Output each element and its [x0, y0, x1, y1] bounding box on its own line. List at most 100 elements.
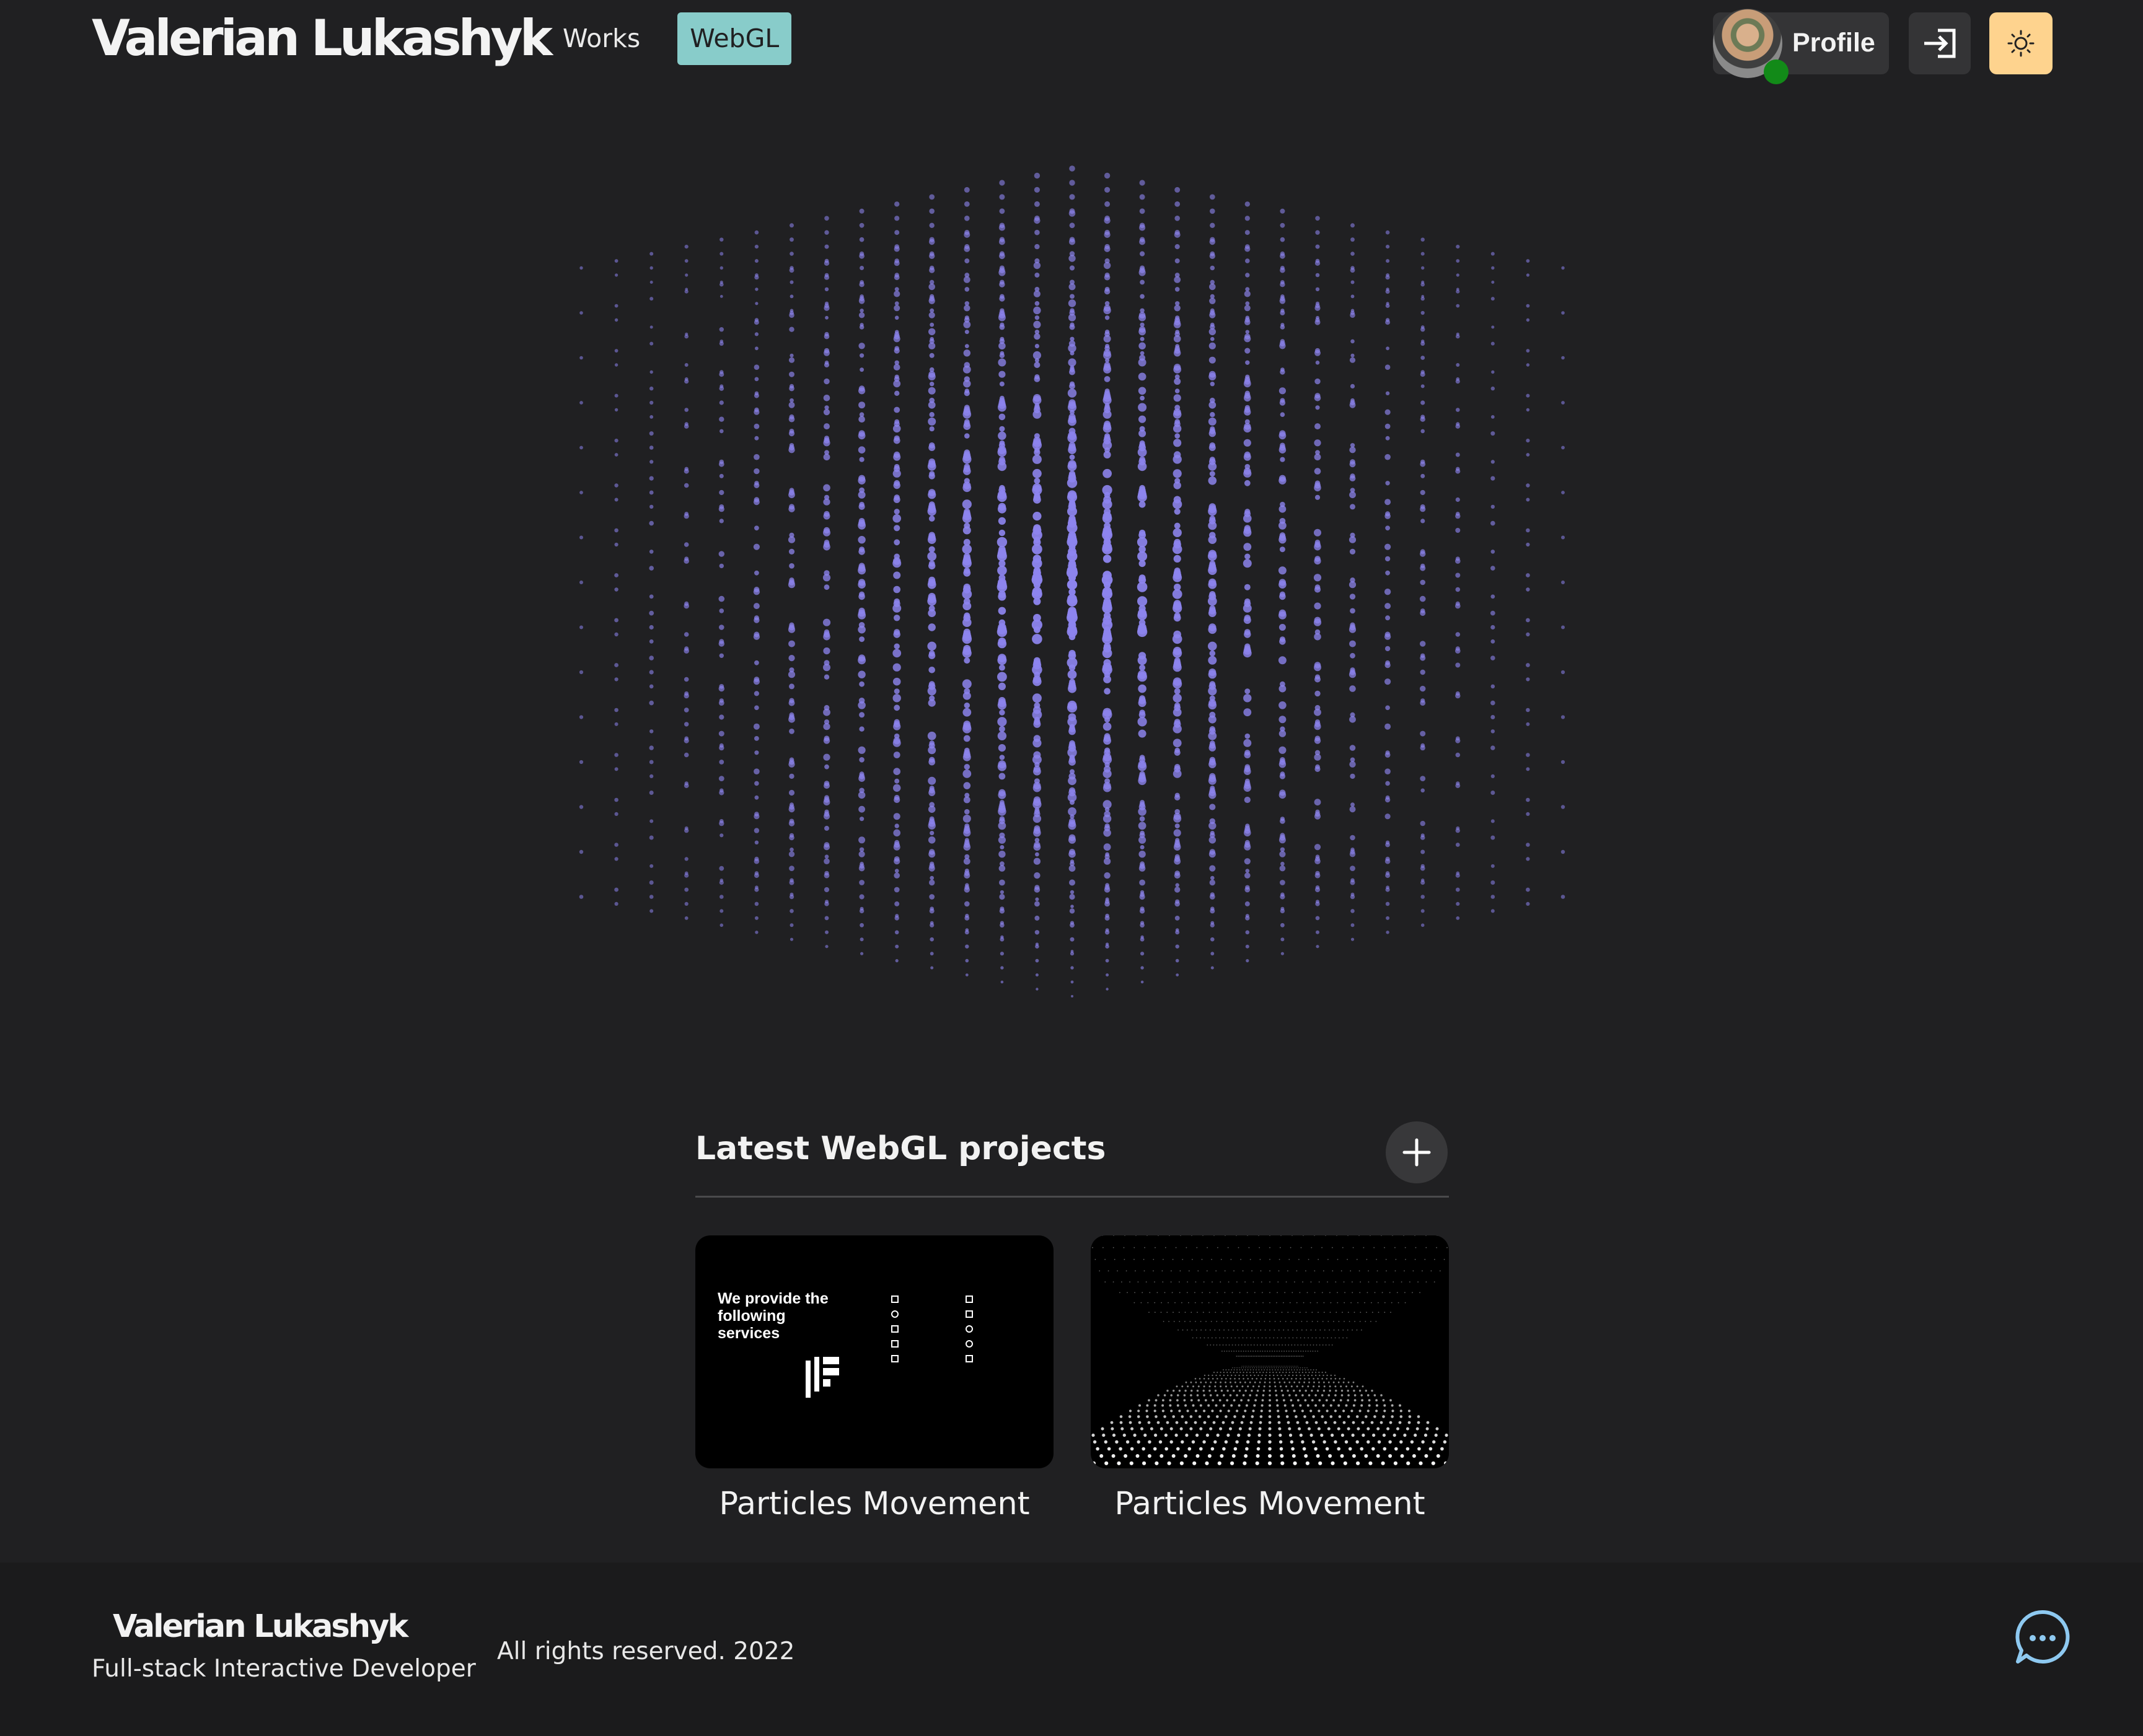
particle [1139, 194, 1145, 200]
particle [1210, 412, 1215, 418]
tunnel-dot [1297, 1344, 1299, 1346]
tunnel-dot [1310, 1281, 1312, 1282]
theme-toggle-button[interactable] [1989, 12, 2053, 74]
particle [858, 298, 865, 304]
nav-works[interactable]: Works [550, 12, 653, 65]
tunnel-dot [1154, 1433, 1158, 1437]
particle [1137, 551, 1148, 561]
tunnel-dot [1230, 1404, 1233, 1407]
tunnel-dot [1304, 1337, 1305, 1339]
tunnel-dot [1290, 1440, 1293, 1444]
project-card[interactable]: Particles Movement [1091, 1235, 1449, 1522]
tunnel-dot [1322, 1321, 1324, 1322]
particle [1210, 382, 1215, 387]
tunnel-dot [1215, 1270, 1217, 1272]
tunnel-dot [1274, 1381, 1276, 1383]
particle [789, 385, 794, 392]
particle [649, 610, 654, 616]
particle [824, 858, 830, 864]
tunnel-dot [1357, 1302, 1358, 1304]
site-logo[interactable]: Valerian Lukashyk [92, 14, 553, 63]
tunnel-dot [1307, 1374, 1309, 1377]
tunnel-dot [1242, 1415, 1245, 1418]
tunnel-dot [1265, 1337, 1267, 1339]
tunnel-dot [1303, 1302, 1305, 1304]
particle [962, 634, 972, 644]
particle [1102, 619, 1113, 631]
particle [1243, 616, 1251, 624]
particle [1068, 210, 1076, 217]
tunnel-dot [1276, 1404, 1279, 1407]
tunnel-dot [1227, 1409, 1230, 1413]
tunnel-dot [1291, 1447, 1295, 1451]
tunnel-dot [1322, 1270, 1324, 1272]
tunnel-dot [1245, 1404, 1248, 1407]
particle [1526, 722, 1530, 726]
tunnel-dot [1370, 1421, 1374, 1424]
tunnel-dot [1274, 1356, 1275, 1357]
login-button[interactable] [1909, 12, 1971, 74]
tunnel-dot [1314, 1421, 1318, 1424]
tunnel-dot [1226, 1351, 1228, 1352]
particle-cube-canvas[interactable] [558, 105, 1586, 1059]
tunnel-dot [1414, 1235, 1415, 1236]
particle [1490, 550, 1495, 554]
tunnel-dot [1216, 1344, 1218, 1346]
tunnel-dot [1275, 1344, 1277, 1346]
tunnel-dot [1234, 1344, 1236, 1346]
particle [649, 281, 653, 284]
project-title[interactable]: Particles Movement [695, 1486, 1054, 1522]
project-title[interactable]: Particles Movement [1091, 1486, 1449, 1522]
particle [1420, 310, 1425, 315]
tunnel-dot [1282, 1367, 1283, 1369]
tunnel-dot [1260, 1329, 1262, 1331]
tunnel-dot [1313, 1369, 1314, 1370]
particle [963, 796, 970, 804]
particle [927, 686, 936, 696]
particle [1384, 662, 1391, 669]
particle [929, 879, 935, 886]
tunnel-dot [1099, 1454, 1104, 1458]
particle [719, 473, 724, 478]
particle [1490, 684, 1495, 689]
tunnel-dot [1216, 1433, 1220, 1437]
particle [1314, 423, 1321, 430]
tunnel-dot [1236, 1281, 1238, 1282]
nav-webgl[interactable]: WebGL [677, 12, 792, 65]
tunnel-dot [1210, 1321, 1212, 1322]
particle [927, 507, 936, 516]
project-thumbnail[interactable]: We provide the following services [695, 1235, 1054, 1468]
project-card[interactable]: We provide the following services Partic… [695, 1235, 1054, 1522]
particle [822, 574, 831, 582]
tunnel-dot [1412, 1454, 1416, 1458]
particle [719, 653, 724, 658]
tunnel-dot [1329, 1385, 1331, 1388]
footer-brand[interactable]: Valerian Lukashyk [113, 1611, 408, 1642]
tunnel-dot [1240, 1421, 1244, 1424]
preview-services-grid [891, 1294, 1040, 1364]
tunnel-dot [1391, 1415, 1394, 1418]
particle [1491, 266, 1495, 270]
particle [998, 269, 1006, 276]
particle [998, 370, 1006, 378]
tunnel-dot [1230, 1385, 1233, 1388]
chat-button[interactable] [2013, 1607, 2072, 1667]
particle [894, 901, 900, 906]
tunnel-dot [1314, 1351, 1316, 1352]
tunnel-dot [1269, 1302, 1270, 1304]
profile-label[interactable]: Profile [1792, 30, 1875, 56]
tunnel-dot [1232, 1321, 1233, 1322]
particle [1526, 259, 1530, 263]
tunnel-dot [1236, 1235, 1237, 1236]
particle [579, 491, 583, 494]
add-project-button[interactable] [1386, 1121, 1448, 1183]
tunnel-dot [1236, 1367, 1238, 1369]
particle [790, 923, 794, 927]
project-thumbnail[interactable] [1091, 1235, 1449, 1468]
tunnel-dot [1235, 1302, 1237, 1304]
particle [754, 409, 760, 415]
particle [1173, 394, 1181, 402]
tunnel-dot [1214, 1390, 1217, 1392]
tunnel-dot [1120, 1427, 1124, 1431]
particle [684, 468, 689, 474]
